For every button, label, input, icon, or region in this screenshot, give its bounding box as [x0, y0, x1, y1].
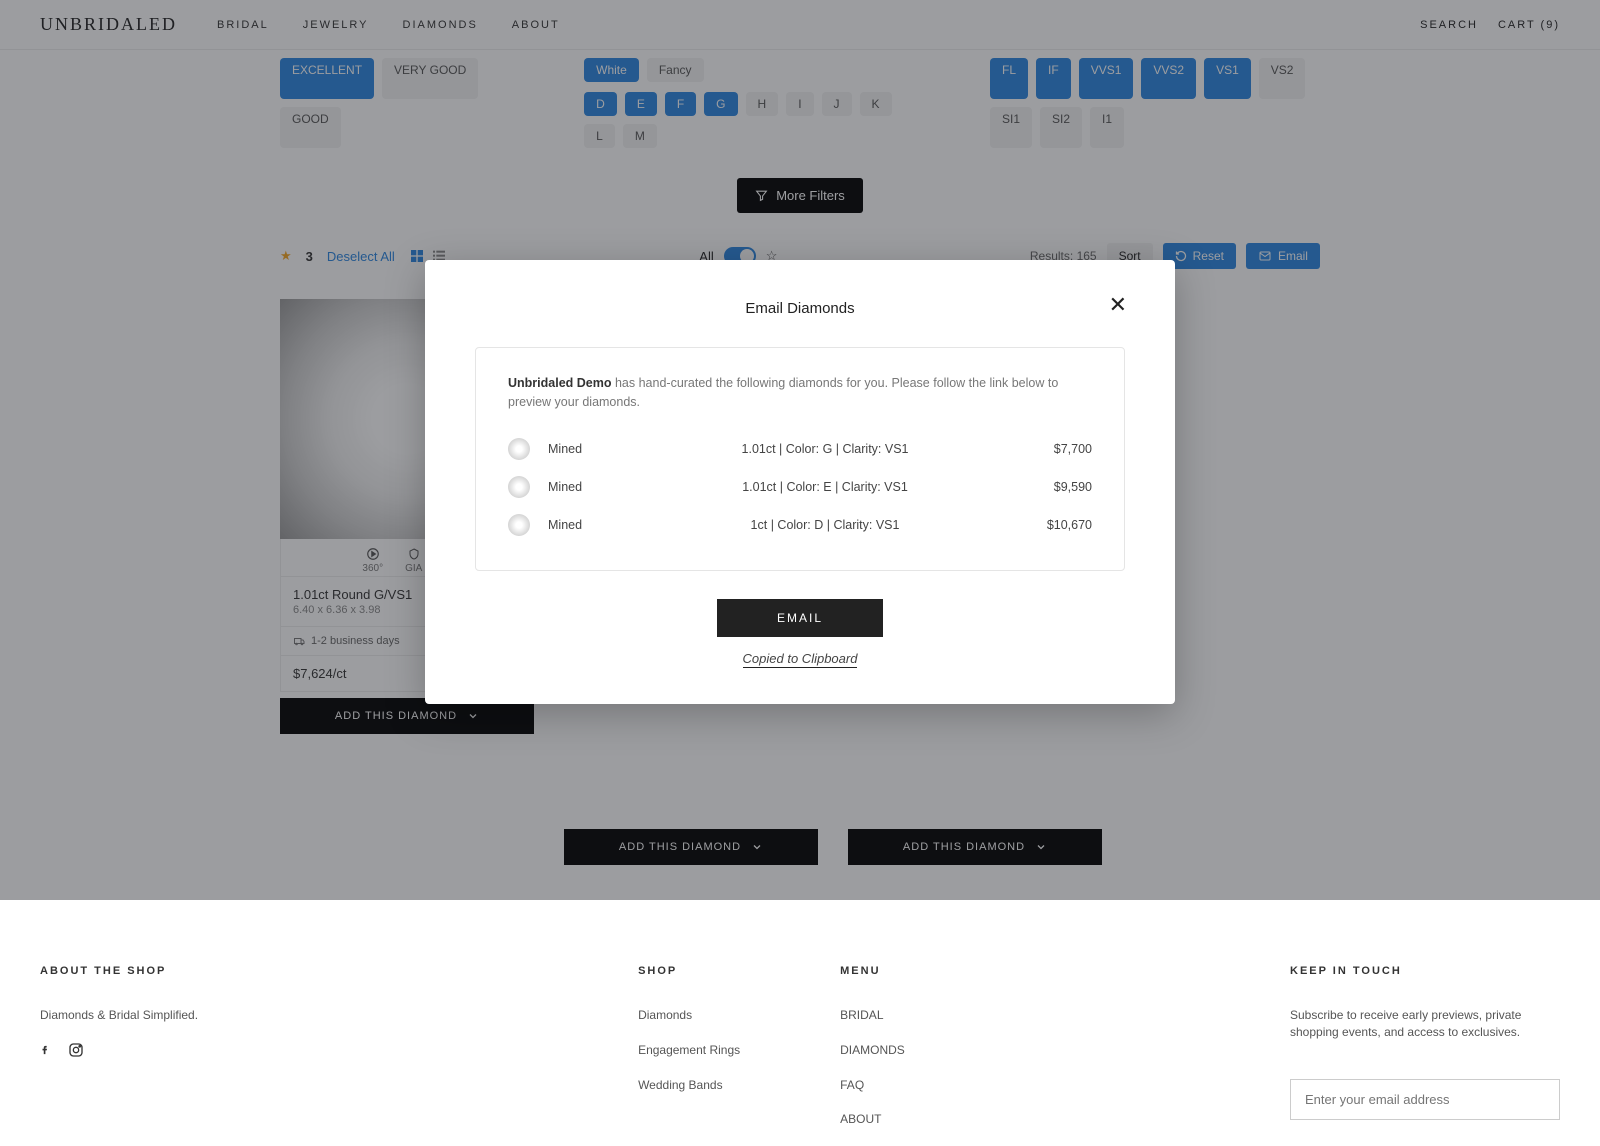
- modal-intro: Unbridaled Demo has hand-curated the fol…: [508, 374, 1092, 412]
- footer-menu-heading: MENU: [840, 965, 905, 977]
- diamond-price: $9,590: [1012, 480, 1092, 494]
- diamond-type: Mined: [548, 442, 638, 456]
- modal-title: Email Diamonds: [475, 300, 1125, 317]
- newsletter-input[interactable]: [1290, 1079, 1560, 1120]
- instagram-icon[interactable]: [68, 1042, 84, 1058]
- diamond-thumb: [508, 438, 530, 460]
- diamond-type: Mined: [548, 480, 638, 494]
- footer: ABOUT THE SHOP Diamonds & Bridal Simplif…: [0, 905, 1600, 1146]
- footer-about-text: Diamonds & Bridal Simplified.: [40, 1007, 198, 1024]
- footer-link-diamonds[interactable]: Diamonds: [638, 1007, 740, 1024]
- diamond-row: Mined1.01ct | Color: G | Clarity: VS1$7,…: [508, 430, 1092, 468]
- copied-link[interactable]: Copied to Clipboard: [743, 651, 858, 668]
- diamond-specs: 1.01ct | Color: G | Clarity: VS1: [638, 442, 1012, 456]
- diamond-thumb: [508, 476, 530, 498]
- footer-link-bridal[interactable]: BRIDAL: [840, 1007, 905, 1024]
- footer-link-about[interactable]: ABOUT: [840, 1111, 905, 1128]
- email-diamonds-modal: ✕ Email Diamonds Unbridaled Demo has han…: [425, 260, 1175, 704]
- footer-keep-heading: KEEP IN TOUCH: [1290, 965, 1560, 977]
- modal-email-button[interactable]: EMAIL: [717, 599, 883, 637]
- diamond-thumb: [508, 514, 530, 536]
- footer-keep-text: Subscribe to receive early previews, pri…: [1290, 1007, 1560, 1041]
- diamond-row: Mined1ct | Color: D | Clarity: VS1$10,67…: [508, 506, 1092, 544]
- modal-overlay[interactable]: ✕ Email Diamonds Unbridaled Demo has han…: [0, 0, 1600, 900]
- diamond-row: Mined1.01ct | Color: E | Clarity: VS1$9,…: [508, 468, 1092, 506]
- footer-about-heading: ABOUT THE SHOP: [40, 965, 198, 977]
- diamond-price: $7,700: [1012, 442, 1092, 456]
- facebook-icon[interactable]: [40, 1042, 50, 1058]
- diamond-type: Mined: [548, 518, 638, 532]
- diamond-specs: 1ct | Color: D | Clarity: VS1: [638, 518, 1012, 532]
- diamond-price: $10,670: [1012, 518, 1092, 532]
- footer-link-diamonds2[interactable]: DIAMONDS: [840, 1042, 905, 1059]
- footer-link-engagement[interactable]: Engagement Rings: [638, 1042, 740, 1059]
- footer-link-faq[interactable]: FAQ: [840, 1077, 905, 1094]
- footer-shop-heading: SHOP: [638, 965, 740, 977]
- footer-link-wedding[interactable]: Wedding Bands: [638, 1077, 740, 1094]
- close-icon[interactable]: ✕: [1109, 292, 1127, 318]
- diamond-specs: 1.01ct | Color: E | Clarity: VS1: [638, 480, 1012, 494]
